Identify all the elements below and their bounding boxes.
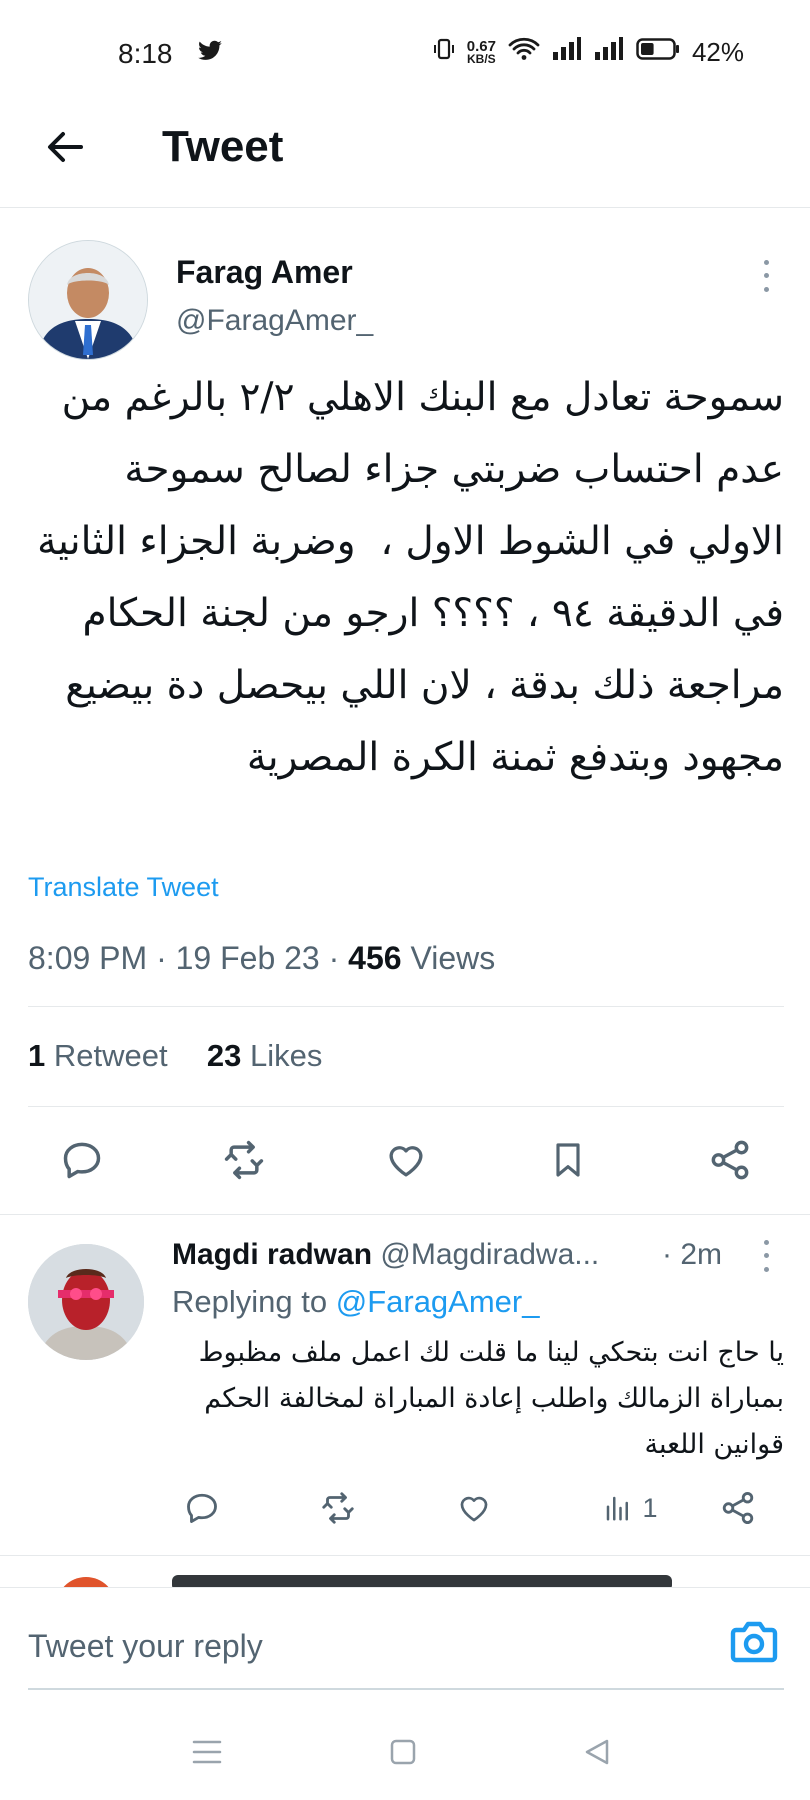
- bookmark-icon: [556, 1143, 580, 1177]
- home-square-icon: [390, 1739, 416, 1765]
- like-icon: [460, 1496, 488, 1522]
- reply-reply-button[interactable]: [172, 1478, 232, 1538]
- back-button[interactable]: [40, 122, 90, 172]
- reply-more-options-button[interactable]: [756, 1236, 776, 1276]
- divider: [0, 1214, 810, 1215]
- wifi-icon: [508, 36, 540, 69]
- reply-author-handle[interactable]: @Magdiradwa...: [380, 1238, 599, 1271]
- system-back-button[interactable]: [572, 1727, 622, 1777]
- reply-text: يا حاج انت بتحكي لينا ما قلت لك اعمل ملف…: [189, 1337, 784, 1460]
- reply-author-avatar[interactable]: [28, 1244, 144, 1360]
- views-icon: [607, 1496, 629, 1521]
- author-name[interactable]: Farag Amer: [176, 254, 353, 291]
- menu-button[interactable]: [182, 1727, 232, 1777]
- more-vertical-icon: [763, 1240, 769, 1246]
- share-button[interactable]: [700, 1130, 760, 1190]
- reply-views-button[interactable]: 1: [580, 1478, 680, 1538]
- share-icon: [711, 1140, 749, 1180]
- author-avatar[interactable]: [28, 240, 148, 360]
- reply-author-name[interactable]: Magdi radwan: [172, 1238, 372, 1271]
- vibrate-icon: [433, 37, 455, 68]
- menu-icon: [192, 1740, 222, 1764]
- status-icons: 0.67 KB/S 42%: [433, 36, 744, 69]
- reply-input[interactable]: Tweet your reply: [28, 1628, 263, 1665]
- bookmark-button[interactable]: [538, 1130, 598, 1190]
- battery-icon: [636, 37, 680, 68]
- tweet-date: 19 Feb 23: [175, 940, 320, 976]
- status-bar: 8:18 0.67 KB/S 42%: [0, 0, 810, 100]
- retweet-icon: [224, 1140, 264, 1180]
- back-triangle-icon: [585, 1739, 609, 1765]
- likes-stat[interactable]: 23 Likes: [207, 1038, 322, 1073]
- replying-to: Replying to @FaragAmer_: [172, 1284, 540, 1319]
- retweet-icon: [322, 1492, 354, 1524]
- views-label: Views: [410, 940, 496, 976]
- reply-button[interactable]: [52, 1130, 112, 1190]
- system-nav-bar: [0, 1705, 810, 1800]
- input-underline: [28, 1688, 784, 1690]
- reply-header: Magdi radwan @Magdiradwa...: [172, 1238, 742, 1272]
- author-handle[interactable]: @FaragAmer_: [176, 304, 373, 338]
- divider: [28, 1106, 784, 1107]
- arrow-left-icon: [48, 132, 83, 162]
- twitter-icon: [196, 38, 224, 69]
- retweet-button[interactable]: [214, 1130, 274, 1190]
- translate-tweet-link[interactable]: Translate Tweet: [28, 872, 219, 903]
- tweet-time: 8:09 PM: [28, 940, 148, 976]
- like-icon: [389, 1146, 423, 1177]
- page-title: Tweet: [162, 122, 284, 171]
- camera-icon: [730, 1621, 778, 1663]
- tweet-actions: [0, 1120, 810, 1200]
- battery-percent: 42%: [691, 37, 744, 67]
- divider: [28, 1006, 784, 1007]
- tweet-text: سموحة تعادل مع البنك الاهلي ٢/٢ بالرغم م…: [24, 375, 784, 780]
- signal-icon: [594, 37, 624, 68]
- reply-retweet-button[interactable]: [308, 1478, 368, 1538]
- next-reply-peek: [0, 1555, 810, 1587]
- status-time: 8:18: [118, 38, 173, 69]
- next-reply-avatar: [56, 1577, 116, 1587]
- more-options-button[interactable]: [756, 256, 776, 296]
- reply-icon: [63, 1142, 101, 1179]
- tweet-meta: 8:09 PM · 19 Feb 23 · 456 Views: [28, 940, 496, 976]
- reply-share-button[interactable]: [708, 1478, 768, 1538]
- reply-composer: Tweet your reply: [0, 1587, 810, 1696]
- reply-time: · 2m: [662, 1238, 722, 1271]
- retweets-stat[interactable]: 1 Retweet: [28, 1038, 168, 1073]
- engagement-stats: 1 Retweet 23 Likes: [28, 1038, 322, 1074]
- replying-to-link[interactable]: @FaragAmer_: [336, 1284, 540, 1319]
- top-app-bar: Tweet: [0, 100, 810, 208]
- like-button[interactable]: [376, 1130, 436, 1190]
- reply-like-button[interactable]: [444, 1478, 504, 1538]
- reply-icon: [187, 1493, 217, 1523]
- reply-views-count: 1: [642, 1492, 658, 1523]
- more-vertical-icon: [763, 260, 769, 266]
- reply-actions: 1: [172, 1478, 772, 1538]
- network-speed: 0.67 KB/S: [466, 37, 496, 66]
- next-reply-header: [172, 1575, 672, 1587]
- signal-icon: [552, 37, 582, 68]
- views-count: 456: [348, 940, 402, 976]
- camera-button[interactable]: [730, 1620, 782, 1672]
- home-button[interactable]: [378, 1727, 428, 1777]
- share-icon: [722, 1492, 754, 1524]
